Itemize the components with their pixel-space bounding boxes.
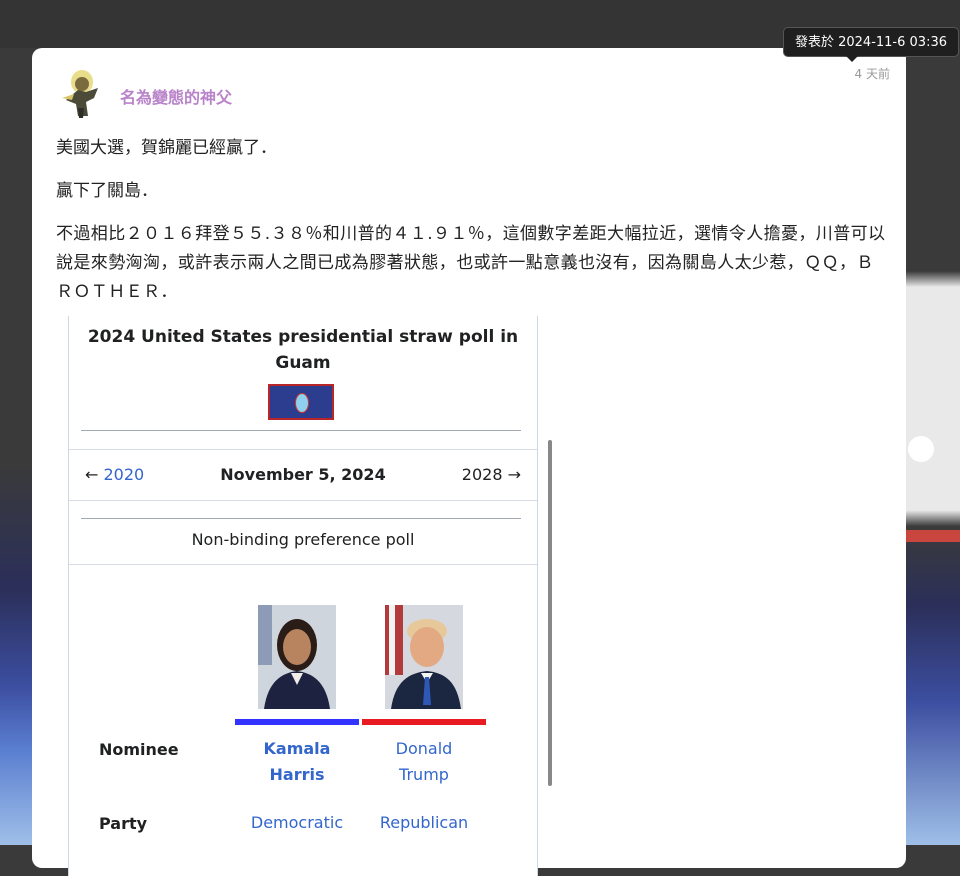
flag-seal — [295, 393, 309, 413]
author-name[interactable]: 名為變態的神父 — [120, 84, 232, 108]
next-election-link[interactable]: 2028 → — [462, 465, 521, 484]
scrollbar[interactable] — [548, 440, 552, 786]
post-time-ago[interactable]: 4 天前 — [855, 65, 890, 82]
post-card: 名為變態的神父 4 天前 美國大選，賀錦麗已經贏了． 贏下了關島． 不過相比２０… — [32, 48, 906, 876]
next-election-year[interactable]: 2028 — [462, 465, 503, 484]
background-right — [906, 48, 960, 845]
infobox-screenshot[interactable]: 2024 United States presidential straw po… — [68, 316, 538, 876]
divider — [81, 430, 521, 431]
candidate-first-name[interactable]: Donald — [362, 736, 486, 762]
candidate-last-name[interactable]: Harris — [235, 762, 359, 788]
post-body: 美國大選，賀錦麗已經贏了． 贏下了關島． 不過相比２０１６拜登５５.３８％和川普… — [56, 134, 886, 321]
poll-type: Non-binding preference poll — [191, 530, 415, 549]
candidate-name-trump[interactable]: Donald Trump — [362, 736, 486, 788]
avatar[interactable] — [56, 68, 108, 120]
election-nav-row: ← 2020 November 5, 2024 2028 → — [69, 449, 537, 501]
post-paragraph: 不過相比２０１６拜登５５.３８％和川普的４１.９１％，這個數字差距大幅拉近，選情… — [56, 224, 886, 302]
donald-trump-photo — [385, 605, 463, 709]
republican-color-bar — [362, 719, 486, 725]
avatar-image — [62, 70, 98, 118]
background-decoration — [908, 436, 934, 462]
nominee-row-label: Nominee — [99, 740, 179, 759]
candidate-name-harris[interactable]: Kamala Harris — [235, 736, 359, 788]
post-time-tooltip: 發表於 2024-11-6 03:36 — [783, 27, 959, 62]
post-paragraph: 美國大選，賀錦麗已經贏了． — [56, 138, 277, 158]
candidate-last-name[interactable]: Trump — [362, 762, 486, 788]
divider — [69, 564, 537, 565]
candidate-first-name[interactable]: Kamala — [235, 736, 359, 762]
kamala-harris-photo — [258, 605, 336, 709]
background-decoration-bar — [906, 530, 960, 542]
guam-flag-image — [268, 384, 334, 420]
democratic-color-bar — [235, 719, 359, 725]
party-democratic[interactable]: Democratic — [235, 810, 359, 836]
party-republican[interactable]: Republican — [362, 810, 486, 836]
infobox-title: 2024 United States presidential straw po… — [87, 327, 519, 373]
background-left — [0, 48, 32, 845]
divider — [81, 518, 521, 519]
party-row-label: Party — [99, 814, 148, 833]
post-paragraph: 贏下了關島． — [56, 181, 158, 201]
arrow-right-icon: → — [507, 465, 521, 484]
